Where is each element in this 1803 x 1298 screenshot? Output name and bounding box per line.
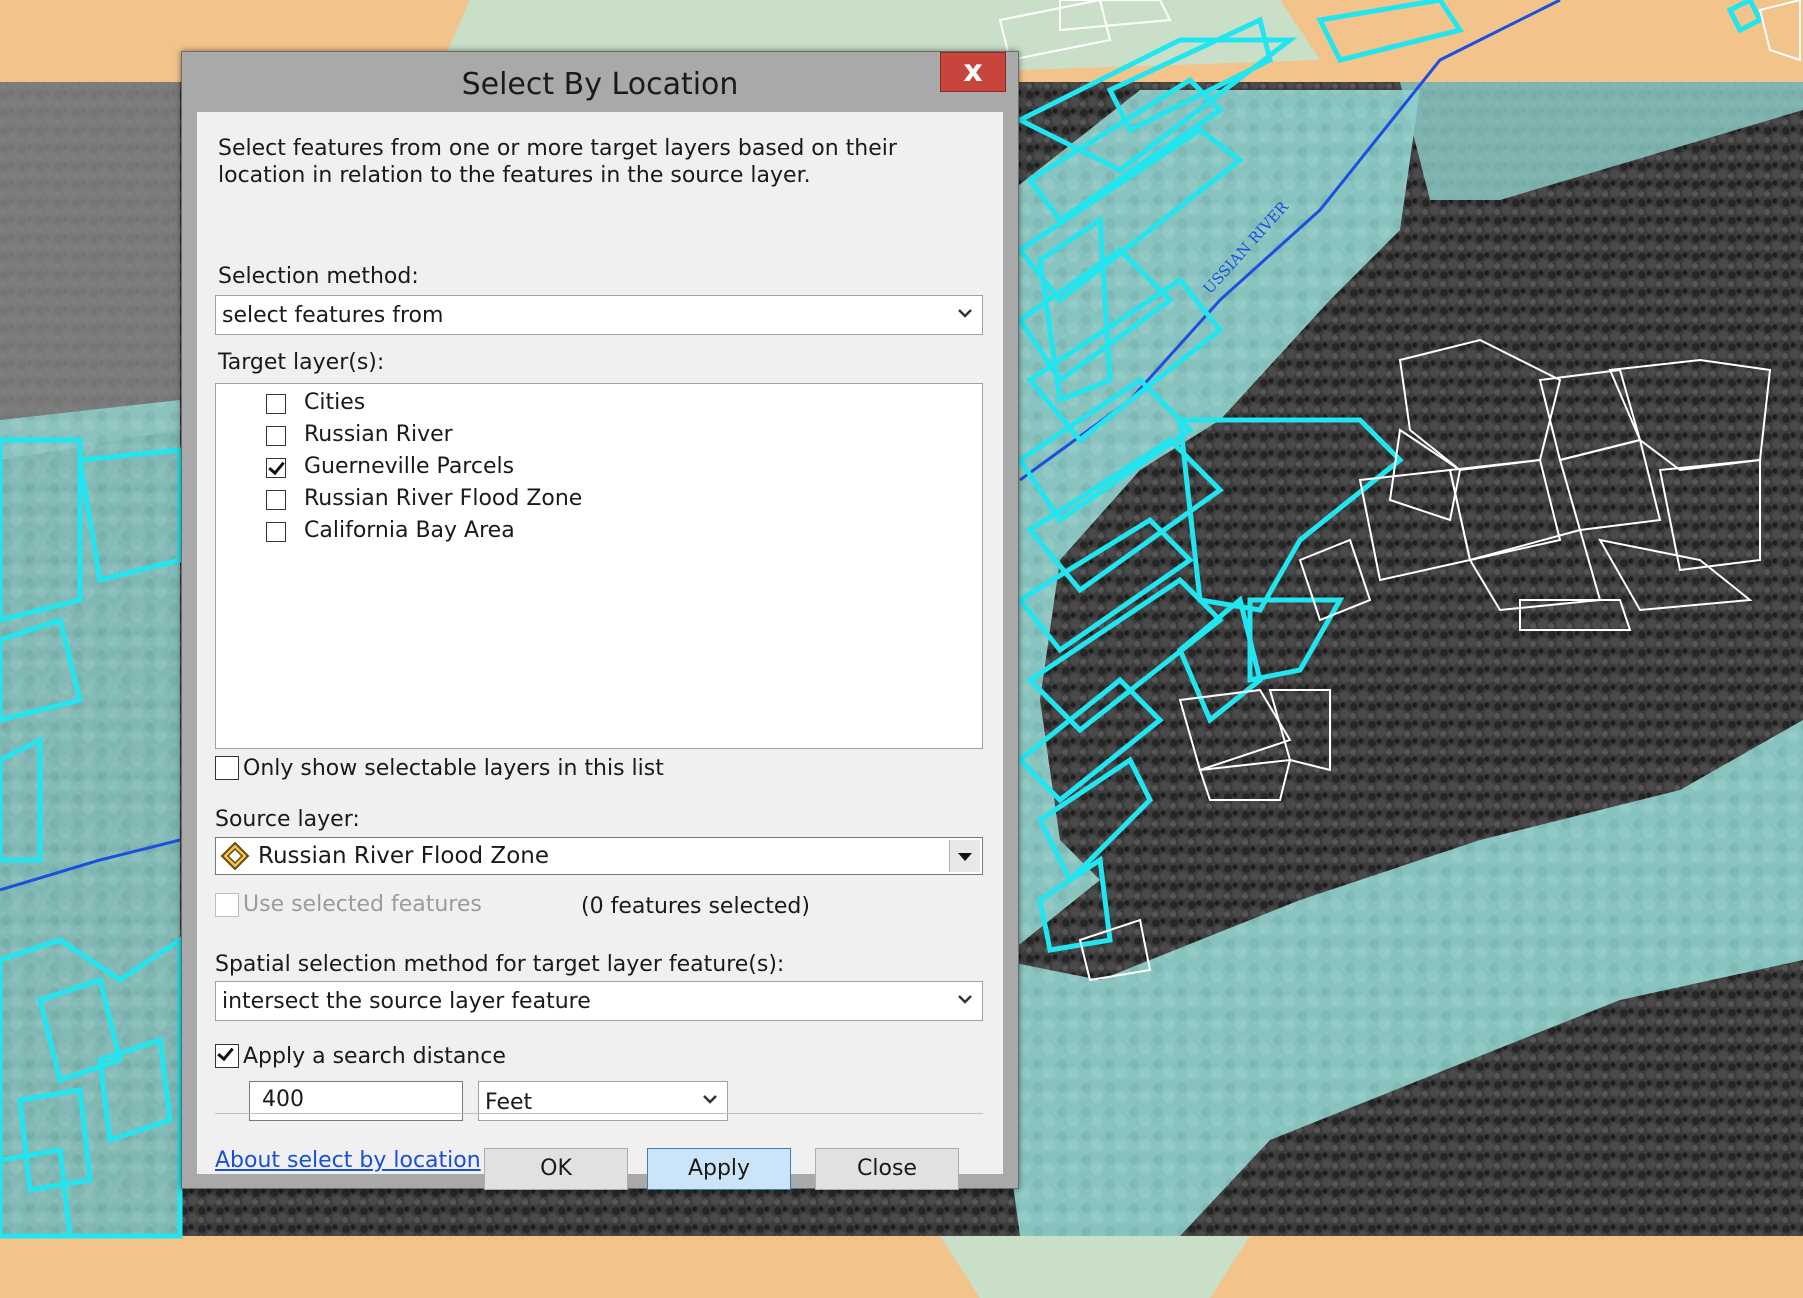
dropdown-arrow-icon[interactable] [949, 840, 980, 872]
list-item-russian-river-flood-zone[interactable]: Russian River Flood Zone [266, 486, 582, 514]
list-item-label: Russian River [304, 422, 453, 447]
chevron-down-icon [703, 1095, 717, 1104]
search-distance-checkbox[interactable] [215, 1044, 239, 1068]
list-item-label: Guerneville Parcels [304, 454, 515, 479]
guerneville-parcels-checkbox[interactable] [266, 458, 286, 478]
features-selected-count: (0 features selected) [581, 894, 810, 919]
distance-unit-select[interactable]: Feet [478, 1081, 728, 1121]
selection-method-value: select features from [222, 303, 444, 328]
spatial-method-value: intersect the source layer feature [222, 989, 591, 1014]
list-item-label: Cities [304, 390, 366, 415]
source-layer-label: Source layer: [215, 807, 360, 832]
chevron-down-icon [958, 995, 972, 1004]
selection-method-label: Selection method: [218, 264, 419, 289]
target-layers-list[interactable]: Cities Russian River Guerneville Parcels… [215, 383, 983, 749]
cities-checkbox[interactable] [266, 394, 286, 414]
selection-method-select[interactable]: select features from [215, 295, 983, 335]
dialog-title: Select By Location [461, 67, 739, 102]
apply-button[interactable]: Apply [647, 1148, 791, 1190]
list-item-california-bay-area[interactable]: California Bay Area [266, 518, 566, 546]
dialog-body: Select features from one or more target … [197, 112, 1003, 1190]
california-bay-area-checkbox[interactable] [266, 522, 286, 542]
search-distance-input[interactable]: 400 [249, 1081, 463, 1121]
list-item-guerneville-parcels[interactable]: Guerneville Parcels [266, 454, 566, 482]
distance-unit-value: Feet [485, 1090, 533, 1115]
russian-river-flood-zone-checkbox[interactable] [266, 490, 286, 510]
close-icon[interactable]: x [940, 52, 1006, 92]
chevron-down-icon [958, 309, 972, 318]
land-area-bottom [0, 1236, 1803, 1298]
vegetation-area-bottom [940, 1236, 1250, 1298]
select-by-location-dialog: Select By Location x Select features fro… [181, 51, 1019, 1190]
search-distance-label: Apply a search distance [243, 1044, 506, 1069]
close-button[interactable]: Close [815, 1148, 959, 1190]
list-item-cities[interactable]: Cities [266, 390, 566, 418]
use-selected-label: Use selected features [243, 892, 482, 917]
target-layers-label: Target layer(s): [218, 350, 385, 375]
about-select-by-location-link[interactable]: About select by location [215, 1148, 481, 1173]
title-bar[interactable]: Select By Location x [182, 52, 1018, 112]
ok-button[interactable]: OK [484, 1148, 628, 1190]
source-layer-select[interactable]: Russian River Flood Zone [215, 837, 983, 875]
russian-river-checkbox[interactable] [266, 426, 286, 446]
divider [215, 1113, 983, 1114]
list-item-label: California Bay Area [304, 518, 515, 543]
spatial-method-select[interactable]: intersect the source layer feature [215, 981, 983, 1021]
list-item-russian-river[interactable]: Russian River [266, 422, 566, 450]
only-selectable-label: Only show selectable layers in this list [243, 756, 664, 781]
use-selected-checkbox[interactable] [215, 893, 239, 917]
polygon-layer-icon [220, 841, 250, 871]
list-item-label: Russian River Flood Zone [304, 486, 583, 511]
dialog-description: Select features from one or more target … [218, 136, 897, 188]
spatial-method-label: Spatial selection method for target laye… [215, 952, 785, 977]
source-layer-value: Russian River Flood Zone [258, 843, 549, 869]
only-selectable-checkbox[interactable] [215, 756, 239, 780]
